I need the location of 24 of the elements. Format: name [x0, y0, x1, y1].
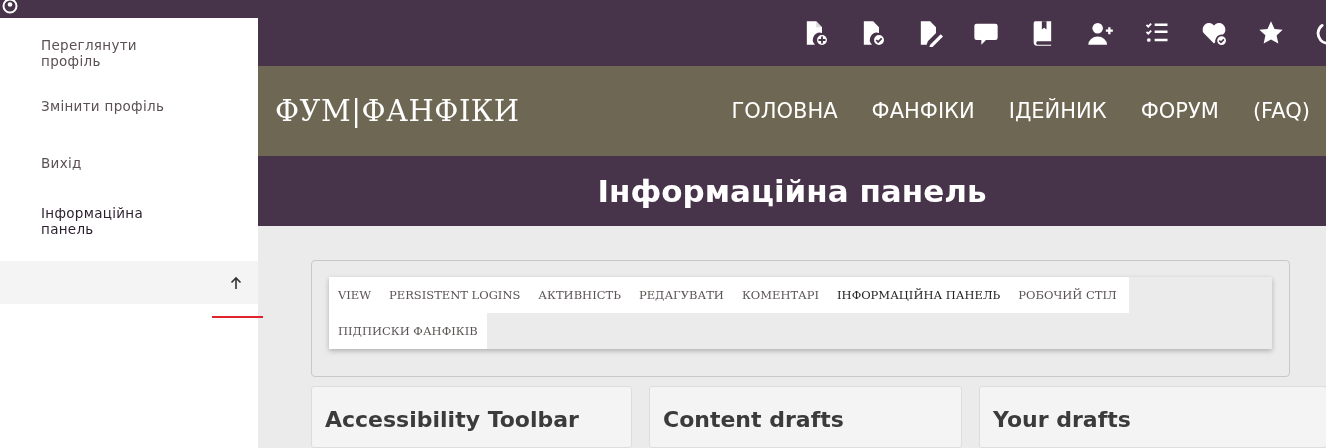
site-title[interactable]: ФУМ|ФАНФІКИ	[275, 94, 520, 129]
nav-link[interactable]: ФОРУМ	[1140, 99, 1219, 124]
sidebar-link[interactable]: Переглянути профіль	[0, 34, 258, 88]
tab[interactable]: РОБОЧИЙ СТІЛ	[1009, 277, 1129, 313]
nav-link[interactable]: ФАНФІКИ	[871, 99, 975, 124]
block-title: Your drafts	[993, 407, 1132, 432]
block-title: Content drafts	[663, 407, 845, 432]
tab[interactable]: ІНФОРМАЦІЙНА ПАНЕЛЬ	[828, 277, 1010, 313]
block-title: Accessibility Toolbar	[325, 407, 580, 432]
sidebar-link[interactable]: Вихід	[0, 145, 258, 202]
tab[interactable]: АКТИВНІСТЬ	[529, 277, 630, 313]
tab[interactable]: КОМЕНТАРІ	[732, 277, 829, 313]
sidebar-link[interactable]: Змінити профіль	[0, 88, 258, 145]
sidebar-link[interactable]: Інформаційна панель	[0, 202, 258, 256]
nav-link[interactable]: (FAQ)	[1252, 99, 1310, 124]
underline-mark	[212, 316, 263, 318]
tab[interactable]: VIEW	[329, 277, 381, 313]
tab[interactable]: ПІДПИСКИ ФАНФІКІВ	[329, 313, 487, 349]
page-title: Інформаційна панель	[597, 172, 987, 209]
tab[interactable]: РЕДАГУВАТИ	[629, 277, 733, 313]
nav-link[interactable]: ІДЕЙНИК	[1008, 99, 1107, 124]
nav-link[interactable]: ГОЛОВНА	[731, 99, 838, 124]
up-arrow-icon[interactable]	[229, 275, 243, 290]
tab[interactable]: PERSISTENT LOGINS	[380, 277, 530, 313]
